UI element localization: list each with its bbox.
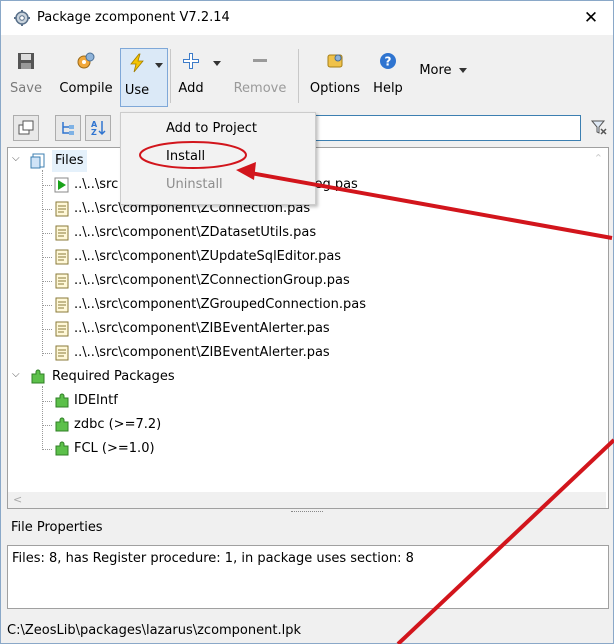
- tree-guide-line: [42, 386, 43, 448]
- save-disk-icon: [18, 53, 34, 69]
- tree-guide-line: [42, 353, 52, 354]
- scroll-up-icon[interactable]: ⌃: [594, 152, 603, 165]
- file-path: ..\..\src\component\ZDatasetUtils.pas: [74, 225, 317, 240]
- file-path: ..\..\src\component\ZUpdateSqlEditor.pas: [74, 249, 342, 264]
- use-dropdown-menu: Add to Project Install Uninstall: [120, 112, 316, 205]
- menu-item-install[interactable]: Install: [121, 143, 315, 171]
- status-bar-path: C:\ZeosLib\packages\lazarus\zcomponent.l…: [7, 623, 301, 638]
- puzzle-package-icon: [55, 417, 69, 432]
- puzzle-packages-icon: [31, 369, 45, 384]
- hierarchy-icon: [62, 122, 74, 135]
- remove-button[interactable]: Remove: [229, 47, 291, 105]
- file-path: ..\..\src\component\ZIBEventAlerter.pas: [74, 345, 330, 360]
- save-button[interactable]: Save: [7, 47, 45, 105]
- package-gear-icon: [14, 10, 30, 26]
- pas-file-icon: [55, 345, 69, 361]
- compile-button[interactable]: Compile: [53, 47, 119, 105]
- sort-alphabetically-button[interactable]: AZ: [85, 115, 111, 141]
- package-name: FCL (>=1.0): [74, 441, 155, 456]
- pas-file-icon: [55, 249, 69, 265]
- add-button[interactable]: Add: [175, 47, 225, 105]
- remove-label: Remove: [233, 81, 287, 96]
- tree-guide-line: [42, 425, 52, 426]
- options-label: Options: [309, 81, 361, 96]
- required-packages-label: Required Packages: [52, 369, 175, 384]
- svg-text:Z: Z: [91, 128, 97, 137]
- plus-icon: [183, 53, 199, 69]
- compile-label: Compile: [59, 81, 113, 96]
- close-button[interactable]: ✕: [569, 1, 613, 35]
- file-properties-text: Files: 8, has Register procedure: 1, in …: [12, 551, 414, 566]
- title-bar: Package zcomponent V7.2.14 ✕: [1, 1, 613, 35]
- minus-icon: [253, 59, 267, 62]
- file-path: ..\..\src: [74, 177, 119, 192]
- file-path: ..\..\src\component\ZGroupedConnection.p…: [74, 297, 366, 312]
- toolbar: Save Compile Use Add Remove Options ? He…: [1, 35, 613, 109]
- pas-file-icon: [55, 225, 69, 241]
- more-label: More: [419, 63, 452, 78]
- tree-guide-line: [42, 233, 52, 234]
- splitter-grip: [291, 511, 323, 512]
- file-properties-title: File Properties: [11, 520, 103, 535]
- sort-az-icon: AZ: [91, 120, 106, 137]
- splitter[interactable]: [1, 507, 613, 517]
- package-name: IDEIntf: [74, 393, 118, 408]
- pas-file-icon: [55, 321, 69, 337]
- puzzle-package-icon: [55, 393, 69, 408]
- more-button[interactable]: More: [413, 63, 473, 87]
- puzzle-package-icon: [55, 441, 69, 456]
- scroll-left-icon[interactable]: <: [13, 493, 22, 506]
- clear-filter-icon: [590, 120, 607, 135]
- horizontal-scrollbar[interactable]: <: [8, 492, 606, 508]
- help-button[interactable]: ? Help: [367, 47, 409, 105]
- run-file-icon: [54, 177, 69, 193]
- tree-guide-line: [42, 209, 52, 210]
- use-button[interactable]: Use: [120, 48, 168, 107]
- tree-guide-line: [42, 449, 52, 450]
- tree-guide-line: [42, 185, 52, 186]
- options-icon: [327, 54, 343, 68]
- menu-item-uninstall[interactable]: Uninstall: [121, 171, 315, 199]
- use-label: Use: [124, 83, 150, 98]
- tree-guide-line: [42, 329, 52, 330]
- tree-guide-line: [42, 281, 52, 282]
- collapse-arrow-icon[interactable]: ⌵: [12, 370, 22, 380]
- menu-item-add-to-project[interactable]: Add to Project: [121, 115, 315, 143]
- compile-gears-icon: [77, 52, 95, 69]
- help-icon: ?: [380, 53, 396, 69]
- file-path: ..\..\src\component\ZIBEventAlerter.pas: [74, 321, 330, 336]
- add-dropdown-arrow-icon[interactable]: [213, 61, 221, 66]
- save-label: Save: [10, 81, 42, 96]
- file-properties-box: Files: 8, has Register procedure: 1, in …: [7, 545, 609, 609]
- package-name: zdbc (>=7.2): [74, 417, 162, 432]
- file-path: ..\..\src\component\ZConnectionGroup.pas: [74, 273, 350, 288]
- pas-file-icon: [55, 297, 69, 313]
- toolbar-separator: [298, 49, 299, 103]
- show-directory-hierarchy-button[interactable]: [55, 115, 81, 141]
- window-icon: [18, 120, 34, 135]
- help-label: Help: [373, 81, 403, 96]
- tree-guide-line: [42, 305, 52, 306]
- lightning-icon: [130, 53, 144, 73]
- tree-guide-line: [42, 257, 52, 258]
- options-button[interactable]: Options: [305, 47, 365, 105]
- pas-file-icon: [55, 273, 69, 289]
- window-title: Package zcomponent V7.2.14: [37, 10, 230, 25]
- collapse-arrow-icon[interactable]: ⌵: [12, 154, 22, 164]
- clear-filter-button[interactable]: [587, 115, 611, 139]
- filter-input[interactable]: [311, 115, 581, 141]
- tree-guide-line: [42, 401, 52, 402]
- pas-file-icon: [55, 201, 69, 217]
- more-dropdown-arrow-icon: [458, 68, 467, 73]
- use-dropdown-arrow-icon[interactable]: [155, 63, 163, 68]
- open-folder-button[interactable]: [13, 115, 39, 141]
- package-window: Package zcomponent V7.2.14 ✕ Save Compil…: [0, 0, 614, 644]
- files-folder-icon: [30, 153, 45, 169]
- svg-text:?: ?: [385, 55, 392, 69]
- add-label: Add: [178, 81, 204, 96]
- files-label: Files: [52, 150, 87, 172]
